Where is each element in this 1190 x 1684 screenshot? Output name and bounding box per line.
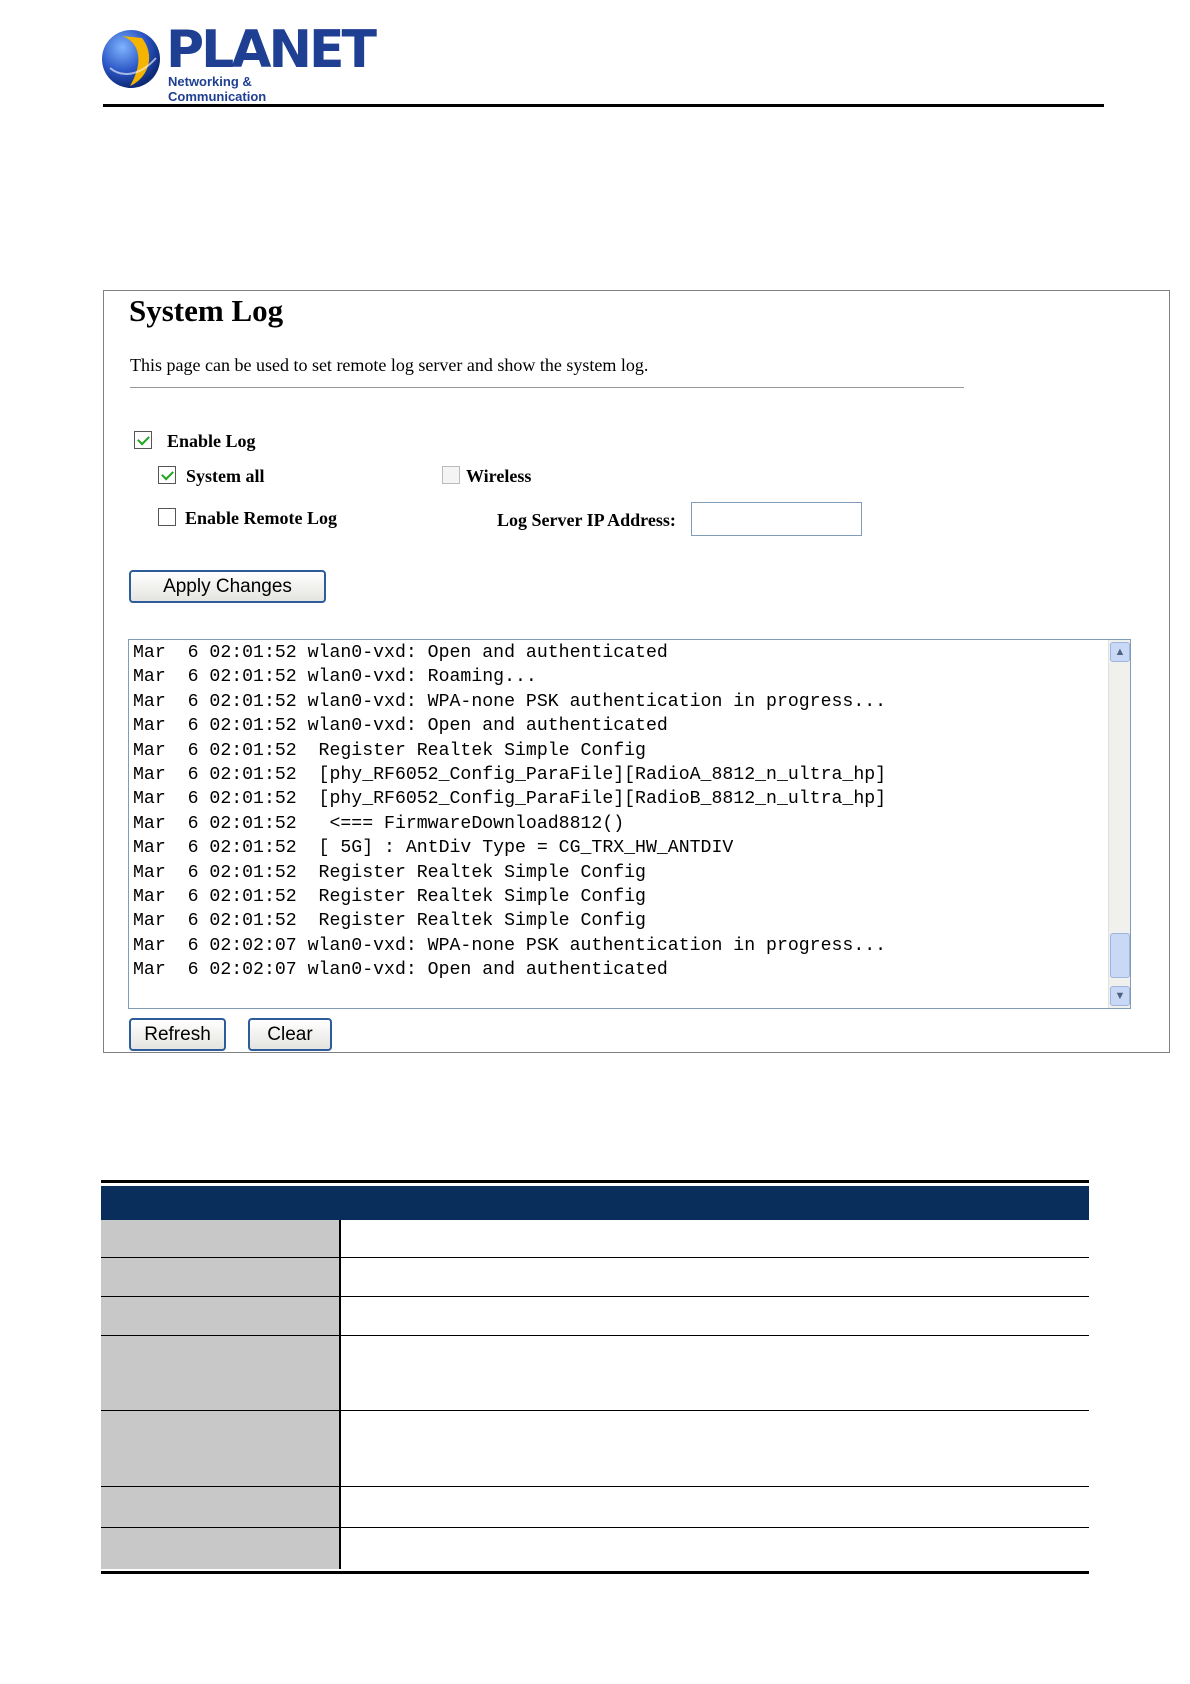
- parameter-table: [101, 1180, 1089, 1574]
- wireless-label: Wireless: [466, 466, 532, 486]
- log-line: Mar 6 02:01:52 wlan0-vxd: Roaming...: [133, 667, 537, 688]
- enable-log-label: Enable Log: [167, 431, 256, 451]
- wireless-checkbox[interactable]: [442, 466, 460, 484]
- table-row: [101, 1258, 1089, 1297]
- refresh-button[interactable]: Refresh: [129, 1018, 226, 1051]
- log-line: Mar 6 02:01:52 <=== FirmwareDownload8812…: [133, 813, 625, 834]
- log-line: Mar 6 02:01:52 [phy_RF6052_Config_ParaFi…: [133, 765, 887, 786]
- enable-log-checkbox[interactable]: [134, 431, 152, 449]
- apply-changes-button[interactable]: Apply Changes: [129, 570, 326, 603]
- log-server-ip-input[interactable]: [691, 502, 862, 536]
- log-line: Mar 6 02:01:52 wlan0-vxd: Open and authe…: [133, 643, 668, 663]
- log-line: Mar 6 02:01:52 Register Realtek Simple C…: [133, 887, 646, 908]
- page-title: System Log: [129, 293, 284, 328]
- log-line: Mar 6 02:01:52 wlan0-vxd: Open and authe…: [133, 716, 668, 737]
- system-log-panel: System Log This page can be used to set …: [103, 290, 1170, 1053]
- table-row: [101, 1336, 1089, 1411]
- header-divider: [103, 104, 1104, 107]
- table-row: [101, 1297, 1089, 1336]
- enable-remote-log-checkbox[interactable]: [158, 508, 176, 526]
- log-line: Mar 6 02:01:52 Register Realtek Simple C…: [133, 911, 646, 932]
- log-line: Mar 6 02:01:52 Register Realtek Simple C…: [133, 740, 646, 761]
- scroll-thumb[interactable]: [1110, 933, 1130, 978]
- table-row: [101, 1220, 1089, 1258]
- table-header-row: [101, 1186, 1089, 1220]
- table-header-description: [341, 1186, 1089, 1220]
- system-all-label: System all: [186, 466, 265, 486]
- globe-icon: [102, 30, 160, 88]
- log-server-ip-label: Log Server IP Address:: [497, 510, 676, 530]
- enable-remote-log-label: Enable Remote Log: [185, 508, 337, 528]
- table-bottom-rule: [101, 1571, 1089, 1574]
- log-line: Mar 6 02:02:07 wlan0-vxd: WPA-none PSK a…: [133, 935, 887, 956]
- table-row: [101, 1411, 1089, 1487]
- table-row: [101, 1528, 1089, 1569]
- clear-button[interactable]: Clear: [248, 1018, 332, 1051]
- log-line: Mar 6 02:01:52 [phy_RF6052_Config_ParaFi…: [133, 789, 887, 810]
- log-content: Mar 6 02:01:52 wlan0-vxd: Open and authe…: [133, 641, 886, 983]
- system-all-checkbox[interactable]: [158, 466, 176, 484]
- page-description: This page can be used to set remote log …: [130, 355, 649, 375]
- scroll-up-icon[interactable]: ▲: [1110, 642, 1130, 662]
- log-scrollbar[interactable]: ▲ ▼: [1108, 640, 1130, 1008]
- planet-logo: PLANET Networking & Communication: [100, 20, 377, 104]
- table-header-object: [101, 1186, 341, 1220]
- title-divider: [130, 387, 964, 388]
- brand-tagline: Networking & Communication: [168, 74, 267, 104]
- log-line: Mar 6 02:01:52 Register Realtek Simple C…: [133, 862, 646, 883]
- log-line: Mar 6 02:01:52 [ 5G] : AntDiv Type = CG_…: [133, 838, 734, 859]
- scroll-down-icon[interactable]: ▼: [1110, 986, 1130, 1006]
- log-line: Mar 6 02:02:07 wlan0-vxd: Open and authe…: [133, 960, 668, 981]
- table-row: [101, 1487, 1089, 1528]
- system-log-textarea[interactable]: Mar 6 02:01:52 wlan0-vxd: Open and authe…: [128, 639, 1131, 1009]
- log-line: Mar 6 02:01:52 wlan0-vxd: WPA-none PSK a…: [133, 691, 887, 712]
- brand-name: PLANET: [166, 20, 377, 80]
